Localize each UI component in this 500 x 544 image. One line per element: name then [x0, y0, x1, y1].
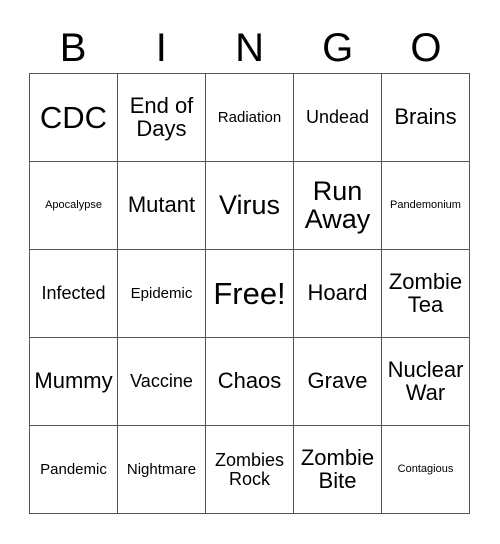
- bingo-header-letter-o: O: [410, 25, 442, 70]
- bingo-cell-label: Grave: [307, 368, 368, 394]
- bingo-cell-label: Free!: [213, 275, 286, 311]
- bingo-cell-label: Mutant: [127, 192, 196, 218]
- bingo-cell-i4[interactable]: Vaccine: [118, 338, 206, 426]
- bingo-cell-label: Virus: [218, 189, 281, 220]
- bingo-cell-label: Pandemic: [40, 460, 107, 478]
- bingo-cell-label: Nuclear War: [387, 357, 464, 405]
- bingo-cell-b1[interactable]: CDC: [30, 74, 118, 162]
- bingo-cell-label: Mummy: [34, 368, 113, 394]
- bingo-cell-label: Run Away: [304, 175, 371, 234]
- bingo-header-letter-n: N: [235, 25, 264, 70]
- bingo-grid: CDC End of Days Radiation Undead Brains …: [29, 73, 470, 514]
- bingo-cell-g2[interactable]: Run Away: [294, 162, 382, 250]
- bingo-cell-label: Zombie Tea: [388, 269, 463, 317]
- bingo-cell-o5[interactable]: Contagious: [382, 426, 470, 514]
- bingo-cell-b5[interactable]: Pandemic: [30, 426, 118, 514]
- bingo-cell-o1[interactable]: Brains: [382, 74, 470, 162]
- bingo-cell-label: Epidemic: [130, 284, 193, 302]
- bingo-cell-label: Pandemonium: [390, 198, 461, 211]
- bingo-cell-label: Hoard: [307, 280, 368, 306]
- bingo-header-letter-i: I: [155, 25, 167, 70]
- bingo-cell-b3[interactable]: Infected: [30, 250, 118, 338]
- bingo-cell-label: Chaos: [217, 368, 282, 394]
- bingo-cell-i1[interactable]: End of Days: [118, 74, 206, 162]
- bingo-cell-free-space[interactable]: Free!: [206, 250, 294, 338]
- bingo-cell-b4[interactable]: Mummy: [30, 338, 118, 426]
- bingo-cell-n4[interactable]: Chaos: [206, 338, 294, 426]
- bingo-cell-n2[interactable]: Virus: [206, 162, 294, 250]
- bingo-cell-label: End of Days: [129, 93, 194, 141]
- bingo-cell-label: Brains: [394, 104, 457, 130]
- bingo-header-row: B I N G O: [29, 22, 470, 73]
- bingo-cell-i3[interactable]: Epidemic: [118, 250, 206, 338]
- bingo-cell-o4[interactable]: Nuclear War: [382, 338, 470, 426]
- bingo-cell-label: Nightmare: [126, 460, 197, 478]
- bingo-header-letter-b: B: [59, 25, 87, 70]
- bingo-cell-label: Radiation: [217, 108, 282, 126]
- bingo-cell-label: Zombies Rock: [214, 450, 285, 489]
- bingo-cell-label: Contagious: [397, 462, 454, 475]
- bingo-cell-n1[interactable]: Radiation: [206, 74, 294, 162]
- bingo-cell-label: Undead: [305, 107, 370, 128]
- bingo-cell-g1[interactable]: Undead: [294, 74, 382, 162]
- bingo-cell-g5[interactable]: Zombie Bite: [294, 426, 382, 514]
- bingo-cell-g4[interactable]: Grave: [294, 338, 382, 426]
- bingo-card: B I N G O CDC End of Days Radiation Unde…: [0, 0, 500, 544]
- bingo-cell-i5[interactable]: Nightmare: [118, 426, 206, 514]
- bingo-cell-i2[interactable]: Mutant: [118, 162, 206, 250]
- bingo-cell-o2[interactable]: Pandemonium: [382, 162, 470, 250]
- bingo-cell-label: Zombie Bite: [300, 445, 375, 493]
- bingo-cell-label: CDC: [39, 99, 108, 135]
- bingo-cell-g3[interactable]: Hoard: [294, 250, 382, 338]
- bingo-cell-b2[interactable]: Apocalypse: [30, 162, 118, 250]
- bingo-cell-label: Apocalypse: [45, 198, 102, 211]
- bingo-cell-o3[interactable]: Zombie Tea: [382, 250, 470, 338]
- bingo-cell-label: Vaccine: [130, 371, 193, 392]
- bingo-cell-n5[interactable]: Zombies Rock: [206, 426, 294, 514]
- bingo-header-letter-g: G: [322, 25, 354, 70]
- bingo-cell-label: Infected: [41, 283, 106, 304]
